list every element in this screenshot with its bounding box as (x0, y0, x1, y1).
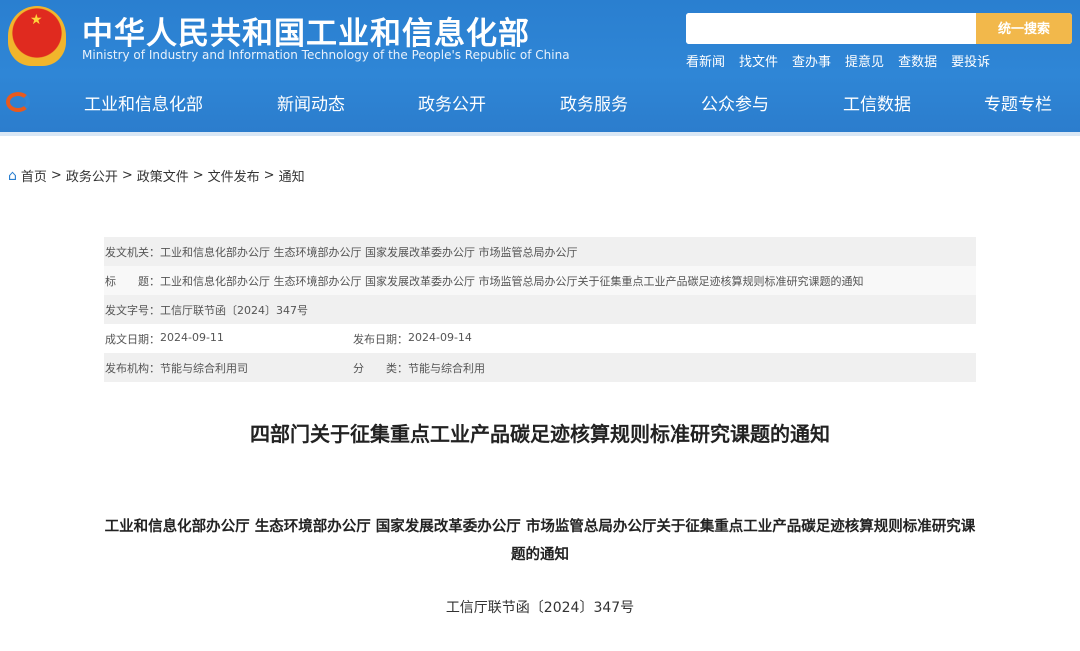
meta-row-dates: 成文日期： 2024-09-11 发布日期： 2024-09-14 (104, 324, 976, 353)
separator: > (121, 168, 133, 183)
quick-link-data[interactable]: 查数据 (898, 51, 937, 70)
site-header: ★ 中华人民共和国工业和信息化部 Ministry of Industry an… (0, 0, 1080, 136)
document-number: 工信厅联节函〔2024〕347号 (445, 600, 635, 616)
meta-row-org: 发布机构： 节能与综合利用司 分 类： 节能与综合利用 (104, 353, 976, 382)
breadcrumb-notice[interactable]: 通知 (279, 166, 305, 185)
document-subtitle: 工业和信息化部办公厅 生态环境部办公厅 国家发展改革委办公厅 市场监管总局办公厅… (104, 519, 976, 563)
separator: > (50, 168, 62, 183)
breadcrumb-gov-affairs[interactable]: 政务公开 (66, 166, 118, 185)
home-icon[interactable]: ⌂ (8, 168, 17, 184)
breadcrumb-home[interactable]: 首页 (21, 166, 47, 185)
nav-gov-affairs[interactable]: 政务公开 (418, 90, 486, 115)
quick-link-files[interactable]: 找文件 (739, 51, 778, 70)
quick-link-services[interactable]: 查办事 (792, 51, 831, 70)
search-button[interactable]: 统一搜索 (976, 13, 1072, 44)
main-nav: 工业和信息化部 新闻动态 政务公开 政务服务 公众参与 工信数据 专题专栏 (0, 90, 1080, 116)
document-metadata: 发文机关： 工业和信息化部办公厅 生态环境部办公厅 国家发展改革委办公厅 市场监管… (104, 237, 976, 382)
breadcrumb-policy[interactable]: 政策文件 (137, 166, 189, 185)
search-box: 统一搜索 (686, 13, 1072, 44)
nav-topics[interactable]: 专题专栏 (984, 90, 1052, 115)
nav-services[interactable]: 政务服务 (560, 90, 628, 115)
nav-data[interactable]: 工信数据 (843, 90, 911, 115)
meta-row-docno: 发文字号： 工信厅联节函〔2024〕347号 (104, 295, 976, 324)
separator: > (263, 168, 275, 183)
breadcrumb: ⌂ 首页 > 政务公开 > 政策文件 > 文件发布 > 通知 (8, 166, 305, 186)
quick-link-news[interactable]: 看新闻 (686, 51, 725, 70)
meta-row-issuer: 发文机关： 工业和信息化部办公厅 生态环境部办公厅 国家发展改革委办公厅 市场监管… (104, 237, 976, 266)
nav-ministry[interactable]: 工业和信息化部 (84, 90, 203, 115)
nav-participation[interactable]: 公众参与 (701, 90, 769, 115)
quick-link-complaint[interactable]: 要投诉 (951, 51, 990, 70)
breadcrumb-release[interactable]: 文件发布 (208, 166, 260, 185)
quick-link-feedback[interactable]: 提意见 (845, 51, 884, 70)
search-input[interactable] (686, 13, 976, 44)
site-subtitle: Ministry of Industry and Information Tec… (82, 48, 570, 62)
national-emblem-logo: ★ (8, 6, 66, 66)
nav-news[interactable]: 新闻动态 (277, 90, 345, 115)
quick-links: 看新闻 找文件 查办事 提意见 查数据 要投诉 (686, 51, 990, 70)
meta-row-title: 标 题： 工业和信息化部办公厅 生态环境部办公厅 国家发展改革委办公厅 市场监管总… (104, 266, 976, 295)
site-title: 中华人民共和国工业和信息化部 (82, 16, 530, 52)
separator: > (192, 168, 204, 183)
document-title: 四部门关于征集重点工业产品碳足迹核算规则标准研究课题的通知 (250, 422, 830, 446)
